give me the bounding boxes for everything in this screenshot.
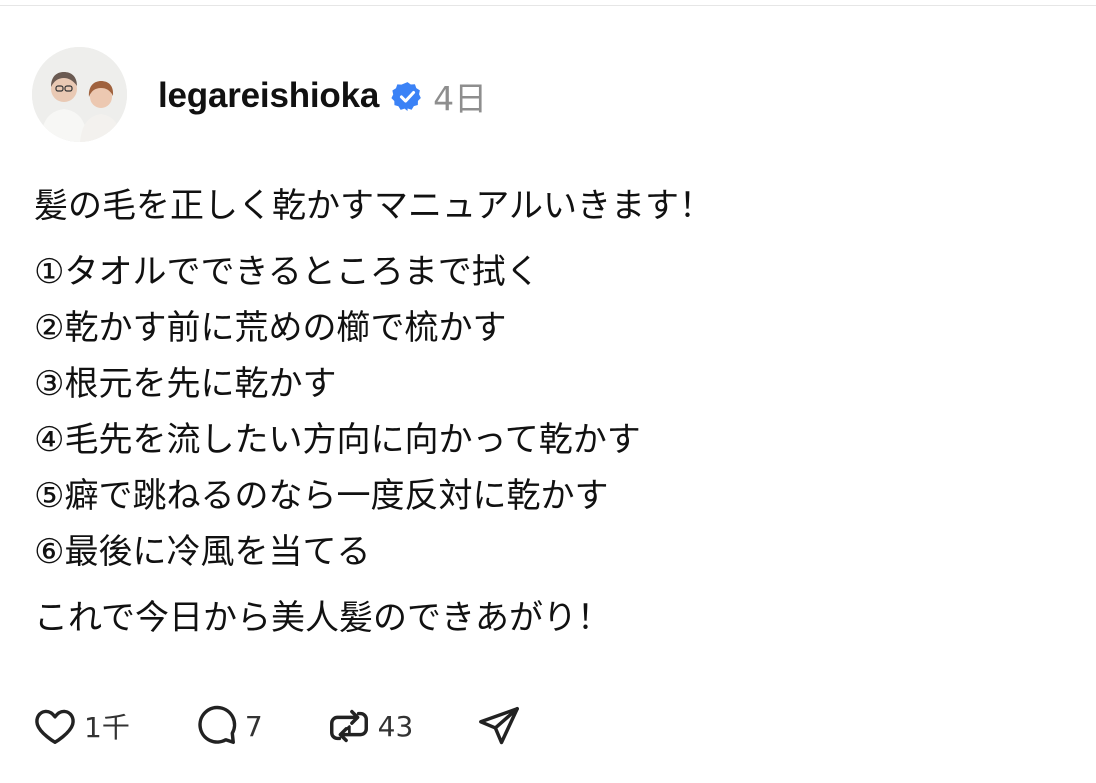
repost-button[interactable]: 43 (326, 703, 414, 749)
action-bar: 1千 7 43 (32, 698, 585, 754)
repost-count: 43 (377, 709, 414, 743)
list-item: ⑤癖で跳ねるのなら一度反対に乾かす (34, 476, 609, 516)
repost-icon (329, 709, 368, 743)
heart-icon (35, 709, 75, 745)
post-timestamp[interactable]: 4日 (433, 72, 487, 120)
post-header: legareishioka 4日 (158, 70, 487, 122)
post-body: 髪の毛を正しく乾かすマニュアルいきます！ ①タオルでできるところまで拭く ②乾か… (34, 178, 1064, 646)
username[interactable]: legareishioka (158, 76, 379, 116)
reply-button[interactable]: 7 (193, 703, 263, 749)
send-icon (479, 707, 520, 745)
comment-bubble-icon (198, 705, 237, 745)
avatar-photo (32, 47, 127, 142)
list-item: ①タオルでできるところまで拭く (34, 252, 540, 292)
share-button[interactable] (476, 703, 522, 749)
post-intro: 髪の毛を正しく乾かすマニュアルいきます！ (34, 186, 713, 226)
verified-badge-icon (391, 80, 424, 113)
step-list: ①タオルでできるところまで拭く ②乾かす前に荒めの櫛で梳かす ③根元を先に乾かす… (34, 244, 1064, 580)
avatar[interactable] (32, 47, 127, 142)
list-item: ③根元を先に乾かす (34, 364, 337, 404)
list-item: ④毛先を流したい方向に向かって乾かす (34, 420, 641, 460)
reply-count: 7 (244, 709, 263, 743)
list-item: ⑥最後に冷風を当てる (34, 532, 371, 572)
like-button[interactable]: 1千 (32, 703, 130, 749)
like-count: 1千 (84, 711, 130, 744)
post-outro: これで今日から美人髪のできあがり！ (34, 598, 611, 638)
thread-post: legareishioka 4日 髪の毛を正しく乾かすマニュアルいきます！ ①タ… (0, 0, 1096, 783)
list-item: ②乾かす前に荒めの櫛で梳かす (34, 308, 507, 348)
